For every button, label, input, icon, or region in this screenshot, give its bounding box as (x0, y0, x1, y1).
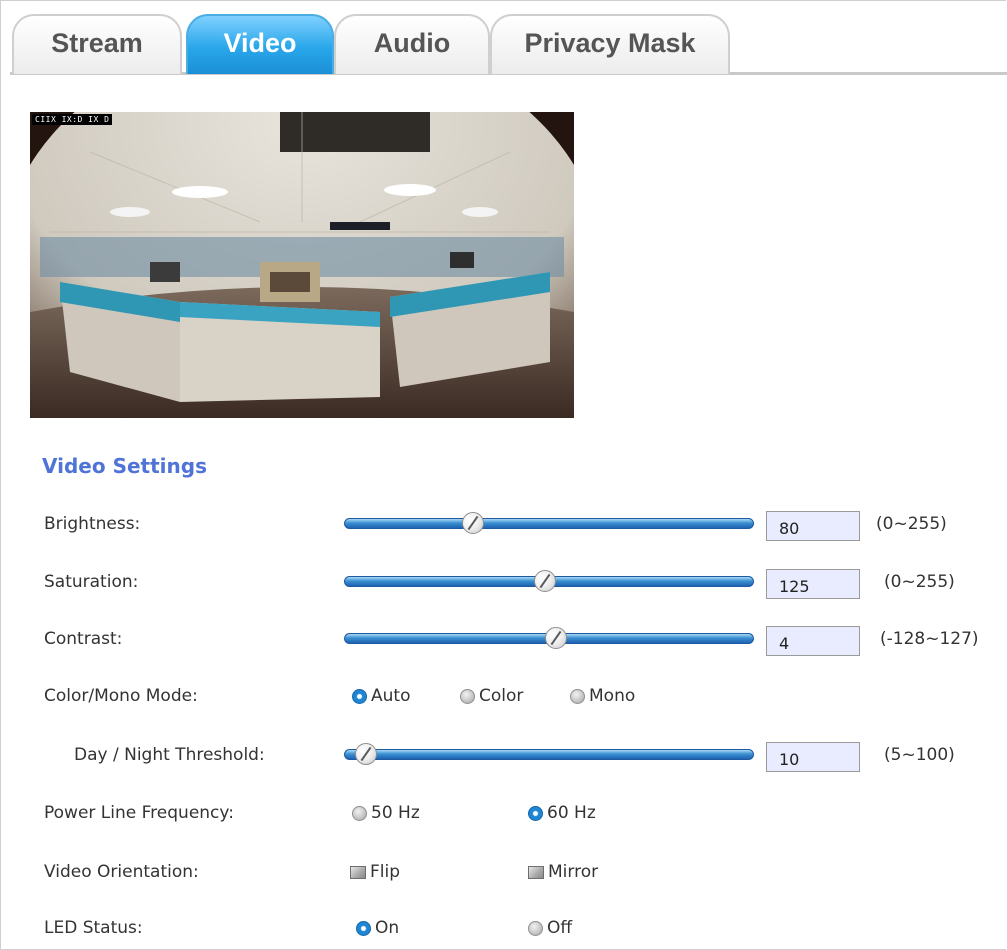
tab-privacy-mask-label: Privacy Mask (524, 27, 696, 58)
row-power-line-frequency: Power Line Frequency: 50 Hz 60 Hz (0, 793, 1007, 833)
radio-mono-label: Mono (589, 686, 636, 706)
checkbox-flip[interactable]: Flip (350, 862, 400, 882)
radio-60hz-indicator[interactable] (528, 805, 543, 821)
saturation-slider-handle[interactable] (533, 570, 556, 592)
brightness-slider[interactable] (344, 512, 754, 534)
threshold-value-input[interactable]: 10 (766, 742, 860, 772)
radio-auto-label: Auto (371, 686, 411, 706)
radio-led-off[interactable]: Off (528, 918, 572, 938)
contrast-label: Contrast: (44, 629, 123, 649)
row-day-night-threshold: Day / Night Threshold: 10 (5~100) (0, 735, 1007, 775)
day-night-threshold-label: Day / Night Threshold: (74, 745, 265, 765)
saturation-value-input[interactable]: 125 (766, 569, 860, 599)
checkbox-mirror-box[interactable] (528, 865, 544, 879)
checkbox-mirror[interactable]: Mirror (528, 862, 598, 882)
row-video-orientation: Video Orientation: Flip Mirror (0, 852, 1007, 892)
power-line-frequency-label: Power Line Frequency: (44, 803, 234, 823)
radio-50hz-label: 50 Hz (371, 803, 420, 823)
radio-led-on[interactable]: On (356, 918, 399, 938)
tab-video-label: Video (223, 27, 297, 58)
tab-stream[interactable]: Stream (12, 14, 182, 74)
radio-50hz-indicator[interactable] (352, 805, 367, 821)
tab-stream-label: Stream (51, 27, 143, 58)
radio-auto[interactable]: Auto (352, 686, 410, 706)
radio-auto-indicator[interactable] (352, 688, 367, 704)
threshold-range: (5~100) (884, 745, 955, 765)
row-led-status: LED Status: On Off (0, 908, 1007, 948)
brightness-value-input[interactable]: 80 (766, 511, 860, 541)
saturation-range: (0~255) (884, 572, 955, 592)
checkbox-mirror-label: Mirror (548, 862, 599, 882)
color-mono-mode-label: Color/Mono Mode: (44, 686, 198, 706)
radio-led-off-indicator[interactable] (528, 920, 543, 936)
video-orientation-label: Video Orientation: (44, 862, 199, 882)
radio-60hz-label: 60 Hz (547, 803, 596, 823)
radio-mono[interactable]: Mono (570, 686, 635, 706)
checkbox-flip-label: Flip (370, 862, 401, 882)
tab-audio[interactable]: Audio (334, 14, 490, 74)
radio-color[interactable]: Color (460, 686, 523, 706)
radio-led-on-indicator[interactable] (356, 920, 371, 936)
contrast-range: (-128~127) (880, 629, 979, 649)
tab-privacy-mask[interactable]: Privacy Mask (490, 14, 730, 74)
radio-50hz[interactable]: 50 Hz (352, 803, 420, 823)
radio-color-indicator[interactable] (460, 688, 475, 704)
row-color-mono-mode: Color/Mono Mode: Auto Color Mono (0, 676, 1007, 716)
brightness-label: Brightness: (44, 514, 141, 534)
radio-mono-indicator[interactable] (570, 688, 585, 704)
tab-audio-label: Audio (373, 27, 451, 58)
threshold-slider-handle[interactable] (354, 743, 377, 765)
contrast-slider-handle[interactable] (544, 627, 567, 649)
camera-overlay-text: CIIX IX:D IX D (32, 114, 113, 125)
radio-60hz[interactable]: 60 Hz (528, 803, 596, 823)
brightness-slider-handle[interactable] (461, 512, 484, 534)
checkbox-flip-box[interactable] (350, 865, 366, 879)
contrast-value-input[interactable]: 4 (766, 626, 860, 656)
threshold-slider[interactable] (344, 743, 754, 765)
brightness-slider-track[interactable] (344, 518, 754, 529)
section-title-video-settings: Video Settings (42, 454, 207, 478)
radio-led-off-label: Off (547, 918, 573, 938)
tab-video[interactable]: Video (186, 14, 334, 74)
radio-led-on-label: On (375, 918, 400, 938)
contrast-slider[interactable] (344, 627, 754, 649)
led-status-label: LED Status: (44, 918, 143, 938)
row-brightness: Brightness: 80 (0~255) (0, 504, 1007, 544)
brightness-range: (0~255) (876, 514, 947, 534)
threshold-slider-track[interactable] (344, 749, 754, 760)
saturation-label: Saturation: (44, 572, 139, 592)
live-video-preview[interactable]: CIIX IX:D IX D (30, 112, 574, 418)
tab-bar: Stream Video Audio Privacy Mask (10, 0, 1007, 76)
row-contrast: Contrast: 4 (-128~127) (0, 619, 1007, 659)
fisheye-office-image (30, 112, 574, 418)
row-saturation: Saturation: 125 (0~255) (0, 562, 1007, 602)
radio-color-label: Color (479, 686, 524, 706)
saturation-slider[interactable] (344, 570, 754, 592)
